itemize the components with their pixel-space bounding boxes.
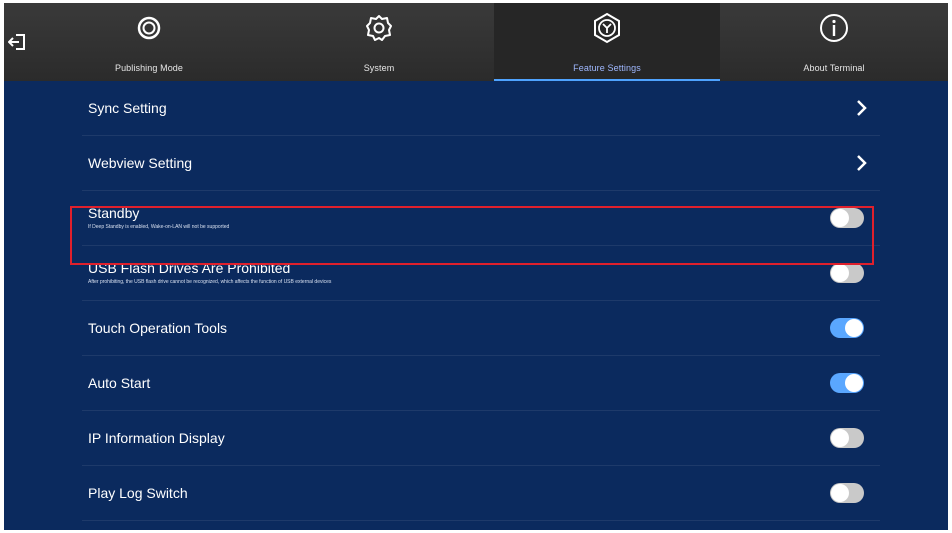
setting-title: Webview Setting <box>88 155 193 171</box>
chevron-right-icon <box>856 98 868 118</box>
top-nav-bar: Publishing Mode System Feature Settings <box>4 3 948 81</box>
setting-title: Touch Operation Tools <box>88 320 228 336</box>
gear-icon <box>362 11 396 45</box>
touch-operation-tools-toggle[interactable] <box>830 318 864 338</box>
setting-row-standby: Standby If Deep Standby is enabled, Wake… <box>82 191 880 246</box>
setting-title: USB Flash Drives Are Prohibited <box>88 260 291 276</box>
tab-label: About Terminal <box>803 63 865 73</box>
tab-publishing-mode[interactable]: Publishing Mode <box>34 3 264 81</box>
setting-row-play-log-switch: Play Log Switch <box>82 466 880 521</box>
exit-button[interactable] <box>6 33 28 55</box>
feature-settings-icon <box>590 11 624 45</box>
toggle-knob <box>831 209 849 227</box>
tab-label: Publishing Mode <box>114 63 184 73</box>
toggle-knob <box>845 374 863 392</box>
toggle-knob <box>831 264 849 282</box>
chevron-right-icon <box>856 153 868 173</box>
standby-toggle[interactable] <box>830 208 864 228</box>
screen: Publishing Mode System Feature Settings <box>4 3 948 530</box>
setting-title: Standby <box>88 205 140 221</box>
toggle-knob <box>845 319 863 337</box>
tab-feature-settings[interactable]: Feature Settings <box>494 3 720 81</box>
toggle-knob <box>831 484 849 502</box>
setting-row-usb-flash-drives-prohibited: USB Flash Drives Are Prohibited After pr… <box>82 246 880 301</box>
tab-about-terminal[interactable]: About Terminal <box>720 3 948 81</box>
publishing-mode-icon <box>132 11 166 45</box>
usb-prohibited-toggle[interactable] <box>830 263 864 283</box>
setting-row-auto-start: Auto Start <box>82 356 880 411</box>
setting-row-touch-operation-tools: Touch Operation Tools <box>82 301 880 356</box>
exit-icon <box>7 33 26 56</box>
setting-title: Auto Start <box>88 375 151 391</box>
setting-row-webview-setting[interactable]: Webview Setting <box>82 136 880 191</box>
info-icon <box>817 11 851 45</box>
setting-description: After prohibiting, the USB flash drive c… <box>88 279 332 285</box>
play-log-switch-toggle[interactable] <box>830 483 864 503</box>
ip-information-display-toggle[interactable] <box>830 428 864 448</box>
setting-description: If Deep Standby is enabled, Wake-on-LAN … <box>88 224 230 230</box>
tab-label: Feature Settings <box>573 63 641 73</box>
setting-row-sync-setting[interactable]: Sync Setting <box>82 81 880 136</box>
toggle-knob <box>831 429 849 447</box>
tab-system[interactable]: System <box>264 3 494 81</box>
auto-start-toggle[interactable] <box>830 373 864 393</box>
setting-row-ip-information-display: IP Information Display <box>82 411 880 466</box>
feature-settings-list: Sync Setting Webview Setting Standby If … <box>82 81 880 521</box>
tab-label: System <box>363 63 395 73</box>
setting-title: IP Information Display <box>88 430 225 446</box>
setting-title: Sync Setting <box>88 100 167 116</box>
setting-title: Play Log Switch <box>88 485 188 501</box>
